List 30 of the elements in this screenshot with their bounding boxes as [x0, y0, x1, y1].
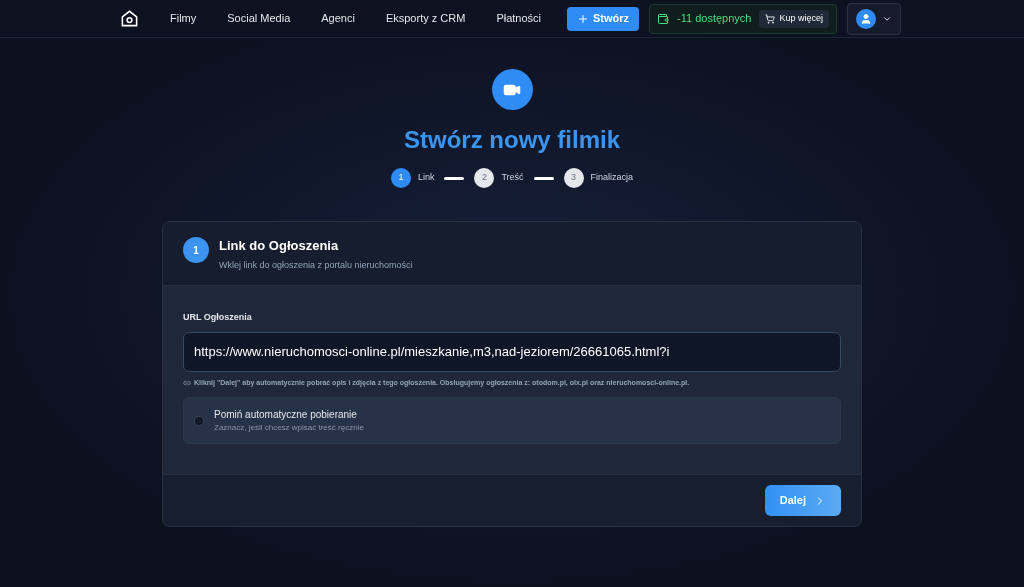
user-menu-button[interactable]	[847, 2, 901, 35]
link-icon	[183, 378, 191, 387]
video-icon	[491, 69, 533, 110]
step-number: 2	[474, 168, 495, 188]
page-title: Stwórz nowy filmik	[404, 125, 620, 155]
step-label: Link	[417, 171, 435, 185]
skip-description: Zaznacz, jeśli chcesz wpisać treść ręcznie	[214, 422, 364, 434]
avatar-icon	[856, 8, 876, 29]
card-title: Link do Ogłoszenia	[219, 237, 340, 255]
cart-icon	[765, 13, 776, 24]
nav-link[interactable]: Agenci	[321, 10, 355, 27]
url-input[interactable]: https://www.nieruchomosci-online.pl/mieszkanie,m3,nad-jeziorem/26661065.html?i	[183, 331, 841, 372]
step-number: 1	[390, 168, 411, 188]
step-label: Treść	[501, 171, 524, 185]
nav-link[interactable]: Płatności	[496, 10, 541, 27]
plus-icon	[577, 12, 589, 25]
nav-link[interactable]: Filmy	[170, 10, 197, 27]
card-subtitle: Wklej link do ogłoszenia z portalu nieruchomości	[219, 258, 413, 272]
wallet-icon	[657, 12, 670, 25]
skip-label: Pomiń automatyczne pobieranie	[214, 408, 358, 422]
nav-link[interactable]: Social Media	[227, 10, 291, 27]
step-label: Finalizacja	[590, 171, 634, 185]
step-badge: 1	[183, 237, 209, 263]
url-label: URL Ogłoszenia	[183, 311, 253, 324]
house-logo-icon[interactable]	[120, 9, 139, 28]
credits-text: -11 dostępnych	[677, 11, 752, 27]
skip-checkbox[interactable]	[194, 415, 204, 426]
nav-link[interactable]: Eksporty z CRM	[385, 10, 466, 27]
buy-more-button[interactable]: Kup więcej	[759, 9, 829, 28]
step-number: 3	[563, 168, 584, 188]
